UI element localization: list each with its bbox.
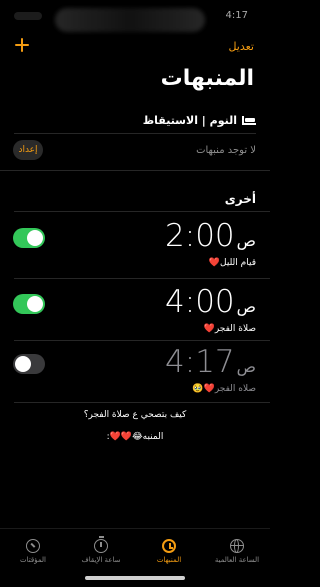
alarm-time: 4:17 ص — [165, 344, 256, 380]
alarm-time-digits: 4:00 — [165, 284, 235, 320]
sleep-section-header: النوم | الاستيقاظ — [14, 110, 256, 130]
sleep-section-label: النوم | الاستيقاظ — [142, 113, 237, 127]
timer-icon — [26, 539, 40, 553]
alarm-label: صلاه الفجر❤️🥹 — [192, 384, 256, 394]
page-title: المنبهات — [160, 66, 254, 91]
status-indicator — [14, 12, 42, 20]
setup-button[interactable]: إعداد — [13, 140, 43, 160]
status-time: 4:17 — [225, 10, 248, 21]
divider — [14, 211, 270, 212]
tab-stopwatch[interactable]: ساعة الإيقاف — [71, 536, 131, 564]
alarm-toggle[interactable] — [13, 228, 45, 248]
toggle-knob — [27, 296, 43, 312]
toggle-knob — [27, 230, 43, 246]
caption-text: كيف بتصحي ع صلاة الفجر؟ — [83, 410, 187, 420]
alarm-ampm: ص — [236, 231, 256, 250]
alarm-time: 4:00 ص — [165, 284, 256, 320]
bed-icon — [242, 115, 256, 125]
alarm-label: قيام الليل❤️ — [208, 258, 256, 268]
tab-label: ساعة الإيقاف — [81, 556, 121, 564]
no-alarms-text: لا توجد منبهات — [196, 145, 256, 156]
divider — [0, 170, 270, 171]
divider — [14, 278, 270, 279]
alarm-row[interactable]: 2:00 ص قيام الليل❤️ — [0, 214, 270, 284]
alarm-row[interactable]: 4:17 ص صلاه الفجر❤️🥹 — [0, 340, 270, 410]
alarm-clock-icon — [162, 539, 176, 553]
tab-world-clock[interactable]: الساعة العالمية — [207, 539, 267, 564]
alarm-label: صلاة الفجر❤️ — [203, 324, 256, 334]
tab-label: الساعة العالمية — [214, 556, 260, 564]
edit-button[interactable]: تعديل — [228, 40, 254, 53]
tab-label: المنبهات — [156, 556, 182, 564]
others-section-label: أخرى — [224, 192, 256, 206]
globe-icon — [230, 539, 244, 553]
alarm-time-digits: 4:17 — [165, 344, 235, 380]
stopwatch-icon — [94, 536, 108, 553]
alarm-time-digits: 2:00 — [165, 218, 235, 254]
add-alarm-button[interactable] — [13, 36, 31, 54]
home-indicator[interactable] — [85, 576, 185, 580]
caption-text: المنبه😂❤️❤️: — [106, 432, 164, 442]
tab-label: المؤقتات — [20, 556, 46, 564]
divider — [14, 402, 270, 403]
alarm-time: 2:00 ص — [165, 218, 256, 254]
status-bar-blurred-region — [55, 8, 205, 32]
alarm-ampm: ص — [236, 357, 256, 376]
alarm-toggle[interactable] — [13, 294, 45, 314]
toggle-knob — [15, 356, 31, 372]
alarm-toggle[interactable] — [13, 354, 45, 374]
tab-timers[interactable]: المؤقتات — [3, 539, 63, 564]
divider — [14, 133, 256, 134]
alarm-ampm: ص — [236, 297, 256, 316]
tab-alarms[interactable]: المنبهات — [139, 539, 199, 564]
